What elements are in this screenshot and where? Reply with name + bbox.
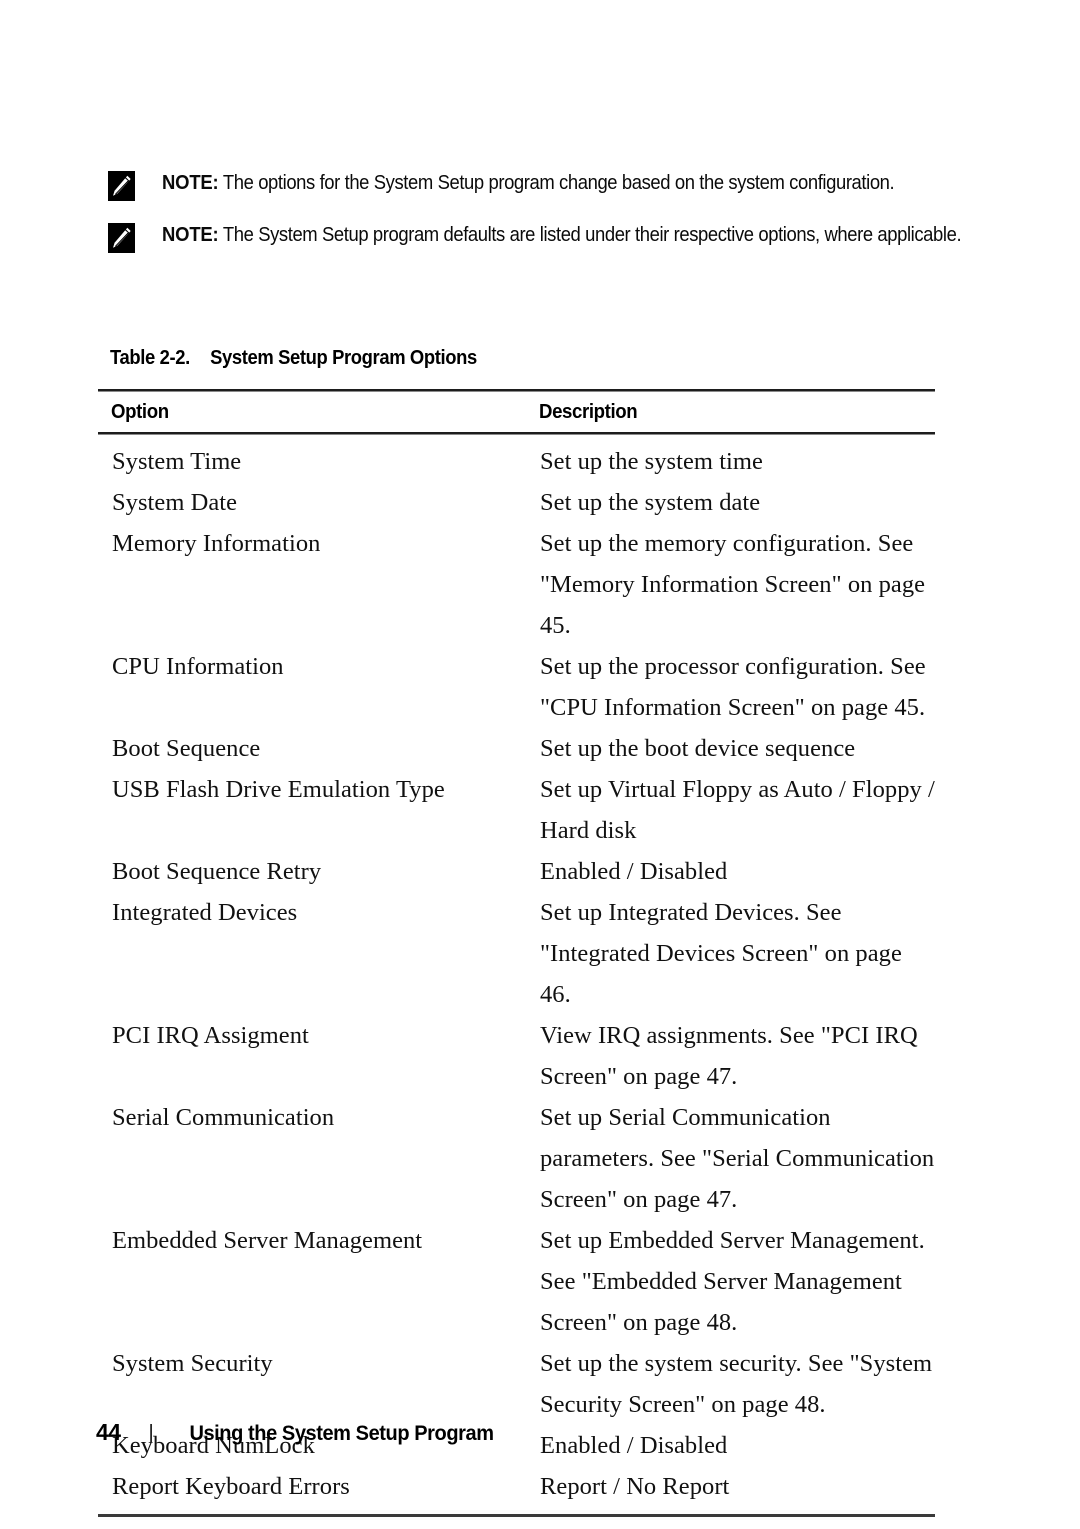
note-pencil-icon bbox=[108, 223, 135, 253]
table-row: System Time Set up the system time bbox=[98, 441, 935, 482]
cell-description: Set up Virtual Floppy as Auto / Floppy /… bbox=[540, 776, 935, 844]
page-number: 44 bbox=[96, 1419, 121, 1445]
cell-option: Serial Communication bbox=[112, 1104, 335, 1131]
cell-description: Set up Integrated Devices. See "Integrat… bbox=[540, 899, 902, 1008]
cell-description: Set up the system time bbox=[540, 448, 763, 475]
table-row: PCI IRQ Assigment View IRQ assignments. S… bbox=[98, 1015, 935, 1097]
cell-option: Report Keyboard Errors bbox=[112, 1473, 350, 1500]
cell-option: Embedded Server Management bbox=[112, 1227, 423, 1254]
footer-chapter-title: Using the System Setup Program bbox=[188, 1421, 494, 1445]
table-row: USB Flash Drive Emulation Type Set up Vir… bbox=[98, 769, 935, 851]
cell-description: View IRQ assignments. See "PCI IRQ Scree… bbox=[540, 1022, 918, 1090]
footer-divider: | bbox=[148, 1422, 154, 1443]
cell-option: USB Flash Drive Emulation Type bbox=[112, 776, 445, 803]
note-label: NOTE: bbox=[162, 223, 219, 246]
table-row: Boot Sequence Retry Enabled / Disabled bbox=[98, 851, 935, 892]
column-header-description: Description bbox=[539, 400, 638, 423]
table-row: Embedded Server Management Set up Embedde… bbox=[98, 1220, 935, 1343]
cell-description: Set up Embedded Server Management. See "… bbox=[540, 1227, 925, 1336]
cell-option: CPU Information bbox=[112, 653, 284, 680]
table-body: System Time Set up the system time System … bbox=[98, 435, 935, 1514]
document-page: NOTE: The options for the System Setup p… bbox=[0, 0, 1080, 1529]
cell-description: Set up the boot device sequence bbox=[540, 735, 856, 762]
table-caption-number: Table 2-2. bbox=[110, 347, 190, 369]
cell-description: Set up the processor configuration. See … bbox=[540, 653, 926, 721]
cell-option: Integrated Devices bbox=[112, 899, 298, 926]
cell-option: Boot Sequence Retry bbox=[112, 858, 322, 885]
cell-option: System Time bbox=[112, 448, 242, 475]
table-row: Boot Sequence Set up the boot device sequ… bbox=[98, 728, 935, 769]
table-header-row: Option Description bbox=[98, 392, 935, 432]
cell-description: Set up the system security. See "System … bbox=[540, 1350, 933, 1418]
cell-description: Enabled / Disabled bbox=[540, 858, 728, 885]
note-callout: NOTE: The System Setup program defaults … bbox=[108, 220, 995, 253]
cell-description: Enabled / Disabled bbox=[540, 1432, 728, 1459]
cell-option: Boot Sequence bbox=[112, 735, 261, 762]
note-pencil-icon bbox=[108, 171, 135, 201]
cell-description: Report / No Report bbox=[540, 1473, 730, 1500]
table-row: Memory Information Set up the memory conf… bbox=[98, 523, 935, 646]
cell-option: System Security bbox=[112, 1350, 273, 1377]
cell-option: System Date bbox=[112, 489, 238, 516]
table-caption: Table 2-2. System Setup Program Options bbox=[110, 347, 477, 370]
cell-description: Set up the system date bbox=[540, 489, 761, 516]
table-row: Integrated Devices Set up Integrated Devi… bbox=[98, 892, 935, 1015]
note-callout-list: NOTE: The options for the System Setup p… bbox=[108, 168, 962, 272]
page-footer: 44 | Using the System Setup Program bbox=[96, 1419, 505, 1446]
note-text: The System Setup program defaults are li… bbox=[218, 223, 962, 246]
table-caption-title: System Setup Program Options bbox=[210, 347, 477, 369]
table-row: CPU Information Set up the processor conf… bbox=[98, 646, 935, 728]
note-callout: NOTE: The options for the System Setup p… bbox=[108, 168, 995, 201]
cell-description: Set up the memory configuration. See "Me… bbox=[540, 530, 926, 639]
table-row: System Security Set up the system securit… bbox=[98, 1343, 935, 1425]
cell-option: Memory Information bbox=[112, 530, 321, 557]
table-row: System Date Set up the system date bbox=[98, 482, 935, 523]
column-header-option: Option bbox=[111, 400, 169, 423]
system-setup-options-table: Option Description System Time Set up the… bbox=[98, 389, 935, 1517]
cell-description: Set up Serial Communication parameters. … bbox=[540, 1104, 935, 1213]
note-label: NOTE: bbox=[162, 171, 219, 194]
table-row: Report Keyboard Errors Report / No Report bbox=[98, 1466, 935, 1507]
table-row: Serial Communication Set up Serial Commun… bbox=[98, 1097, 935, 1220]
cell-option: PCI IRQ Assigment bbox=[112, 1022, 309, 1049]
table-bottom-rule bbox=[98, 1514, 935, 1517]
note-text: The options for the System Setup program… bbox=[218, 171, 895, 194]
